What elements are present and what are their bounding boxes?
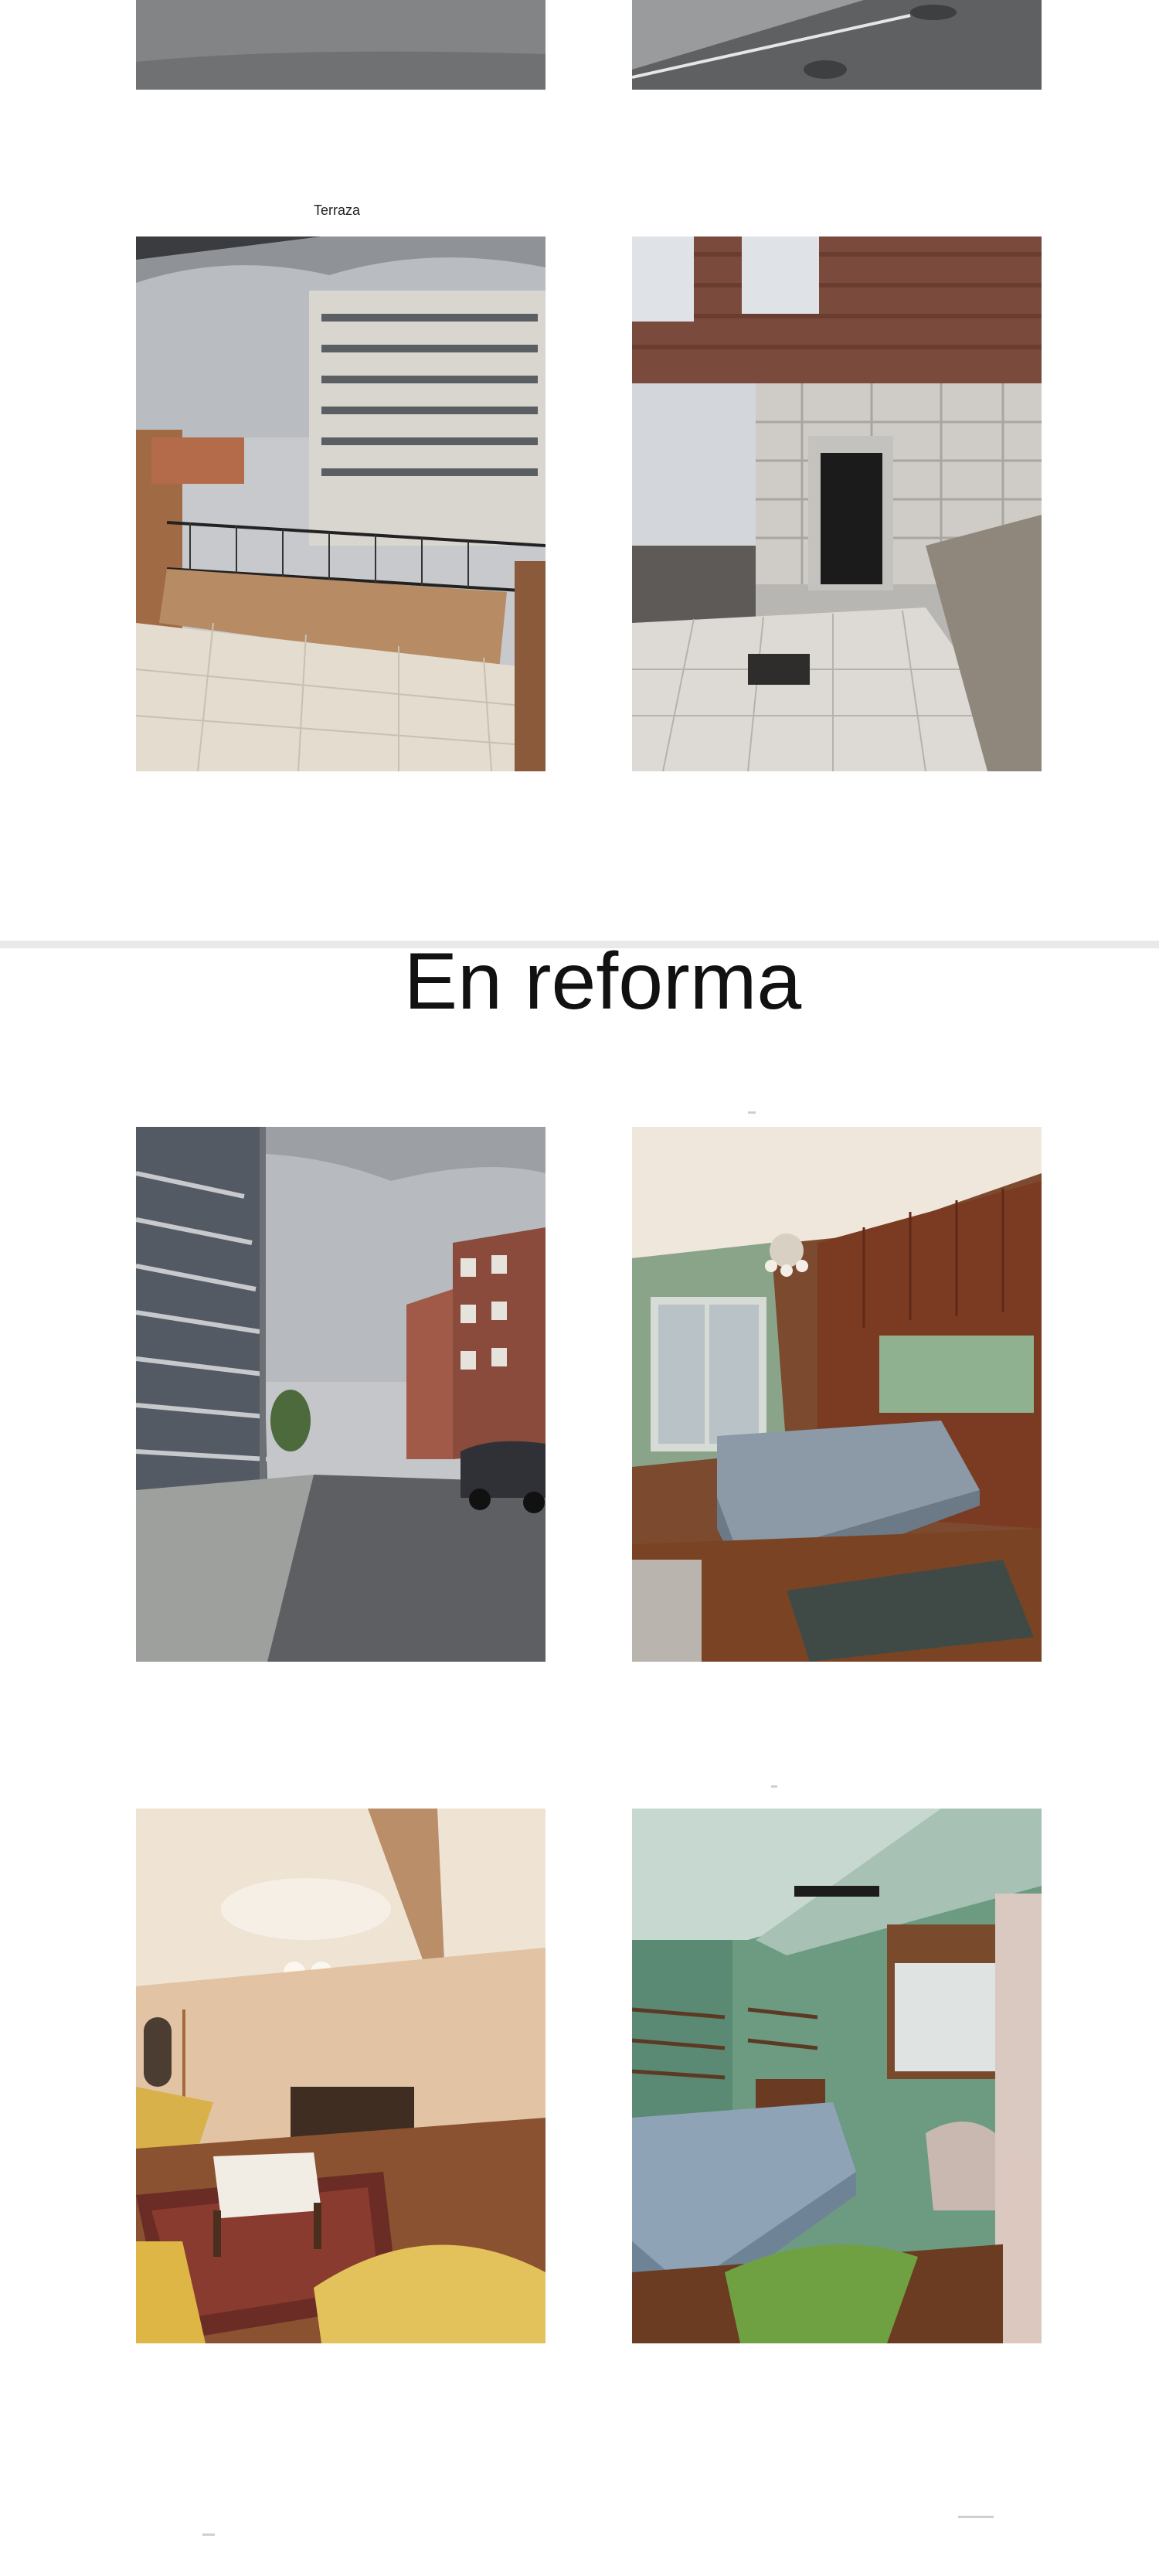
scan-speck (958, 2516, 994, 2518)
photo-street-view (136, 1127, 546, 1662)
photo-living-room (136, 1809, 546, 2343)
photo-street-top-right (632, 0, 1042, 90)
scan-speck (771, 1785, 777, 1788)
photo-bedroom-wood (632, 1127, 1042, 1662)
photo-building-entrance (632, 237, 1042, 771)
photo-bedroom-green (632, 1809, 1042, 2343)
section-heading: En reforma (403, 937, 802, 1026)
scan-speck (202, 2533, 215, 2536)
photo-street-top-left (136, 0, 546, 90)
document-page: Terraza En reforma (0, 0, 1159, 2576)
photo-terrace (136, 237, 546, 771)
terrace-caption: Terraza (314, 202, 361, 218)
scan-speck (748, 1111, 756, 1114)
